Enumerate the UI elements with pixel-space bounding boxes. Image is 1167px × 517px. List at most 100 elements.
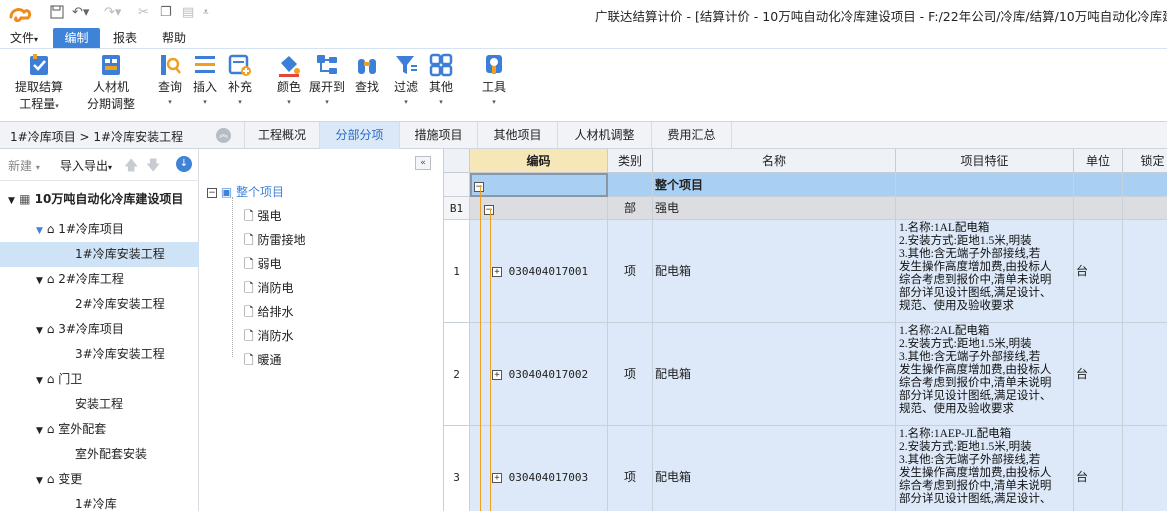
table-row-section[interactable]: B1 − 部 强电: [444, 197, 1167, 220]
tree-node-2-install[interactable]: 2#冷库安装工程: [0, 292, 199, 317]
extract-quantity-button[interactable]: 提取结算 工程量▾: [8, 53, 70, 113]
division-node[interactable]: 🗋 强电: [244, 204, 282, 228]
tree-label: 变更: [58, 472, 83, 486]
supplement-button[interactable]: 补充 ▾: [224, 53, 256, 108]
name-cell[interactable]: 配电箱: [653, 220, 896, 323]
name-cell[interactable]: 配电箱: [653, 426, 896, 511]
expand-to-button[interactable]: 展开到 ▾: [306, 53, 348, 108]
find-button[interactable]: 查找: [352, 53, 382, 96]
table-row[interactable]: 2 + 030404017002 项 配电箱 1.名称:2AL配电箱 2.安装方…: [444, 323, 1167, 426]
tree-node-3-install[interactable]: 3#冷库安装工程: [0, 342, 199, 367]
table-row[interactable]: 1 + 030404017001 项 配电箱 1.名称:1AL配电箱 2.安装方…: [444, 220, 1167, 323]
collapse-triangle-icon: ▼: [36, 476, 43, 486]
menu-report[interactable]: 报表: [107, 28, 143, 48]
insert-label: 插入: [192, 80, 217, 94]
tree-label: 2#冷库工程: [58, 272, 124, 286]
division-node[interactable]: 🗋 防雷接地: [244, 228, 306, 252]
division-node[interactable]: 🗋 消防水: [244, 324, 294, 348]
tree-node-guard-install[interactable]: 安装工程: [0, 392, 199, 417]
header-code[interactable]: 编码: [470, 149, 608, 173]
code-text: 030404017002: [508, 368, 589, 381]
tree-node-3-project[interactable]: ▼ ⌂ 3#冷库项目: [0, 317, 199, 342]
move-down-icon[interactable]: 🡇: [146, 155, 160, 179]
query-button[interactable]: 查询 ▾: [153, 53, 187, 108]
document-icon: 🗋: [244, 305, 254, 319]
tab-material-adjust[interactable]: 人材机调整: [558, 122, 652, 149]
collapse-box-icon: −: [474, 181, 484, 192]
copy-icon[interactable]: ❐: [160, 5, 172, 21]
tab-other-items[interactable]: 其他项目: [478, 122, 558, 149]
tab-measures[interactable]: 措施项目: [400, 122, 478, 149]
unit-cell[interactable]: 台: [1074, 323, 1123, 426]
division-node[interactable]: 🗋 消防电: [244, 276, 294, 300]
tree-node-1-install[interactable]: 1#冷库安装工程: [0, 242, 199, 267]
name-cell[interactable]: 整个项目: [653, 173, 896, 197]
unit-cell[interactable]: 台: [1074, 426, 1123, 511]
tree-node-outdoor[interactable]: ▼ ⌂ 室外配套: [0, 417, 199, 442]
customize-quick-access-icon[interactable]: ⩡: [203, 5, 209, 21]
header-lock[interactable]: 锁定: [1123, 149, 1167, 173]
undo-icon[interactable]: ↶▾: [72, 5, 89, 21]
menu-file-label: 文件: [10, 31, 35, 45]
division-root[interactable]: − ▣ 整个项目: [207, 180, 284, 204]
code-cell-selected[interactable]: −: [470, 173, 608, 197]
tree-node-change-1[interactable]: 1#冷库: [0, 492, 199, 517]
lock-cell[interactable]: [1123, 220, 1167, 323]
tree-node-change[interactable]: ▼ ⌂ 变更: [0, 467, 199, 492]
material-adjust-button[interactable]: 人材机 分期调整: [80, 53, 142, 113]
import-export-label: 导入导出: [60, 159, 109, 173]
collapse-left-icon[interactable]: «: [415, 156, 431, 170]
save-icon[interactable]: [50, 5, 64, 21]
new-button[interactable]: 新建 ▾: [8, 157, 40, 174]
tab-fee-summary[interactable]: 费用汇总: [652, 122, 732, 149]
lock-cell[interactable]: [1123, 323, 1167, 426]
material-icon: [102, 55, 120, 75]
division-node[interactable]: 🗋 暖通: [244, 348, 282, 372]
features-cell[interactable]: 1.名称:1AEP-JL配电箱 2.安装方式:距地1.5米,明装 3.其他:含无…: [896, 426, 1074, 511]
features-cell[interactable]: 1.名称:2AL配电箱 2.安装方式:距地1.5米,明装 3.其他:含无端子外部…: [896, 323, 1074, 426]
menu-file[interactable]: 文件▾: [4, 28, 44, 48]
tree-node-guard[interactable]: ▼ ⌂ 门卫: [0, 367, 199, 392]
header-unit[interactable]: 单位: [1074, 149, 1123, 173]
name-cell[interactable]: 强电: [653, 197, 896, 220]
supplement-label: 补充: [227, 80, 252, 94]
tab-division[interactable]: 分部分项: [320, 122, 400, 149]
insert-button[interactable]: 插入 ▾: [190, 53, 220, 108]
header-type[interactable]: 类别: [608, 149, 653, 173]
tab-project-overview[interactable]: 工程概况: [244, 122, 320, 149]
color-button[interactable]: 颜色 ▾: [274, 53, 304, 108]
download-icon[interactable]: ↓: [176, 156, 192, 172]
paste-icon[interactable]: ▤: [182, 5, 194, 21]
division-node[interactable]: 🗋 弱电: [244, 252, 282, 276]
table-row[interactable]: 3 + 030404017003 项 配电箱 1.名称:1AEP-JL配电箱 2…: [444, 426, 1167, 511]
menu-help[interactable]: 帮助: [156, 28, 192, 48]
division-node[interactable]: 🗋 给排水: [244, 300, 294, 324]
tools-button[interactable]: 工具 ▾: [478, 53, 510, 108]
other-button[interactable]: 其他 ▾: [426, 53, 456, 108]
filter-button[interactable]: 过滤 ▾: [390, 53, 422, 108]
features-cell[interactable]: 1.名称:1AL配电箱 2.安装方式:距地1.5米,明装 3.其他:含无端子外部…: [896, 220, 1074, 323]
tree-node-2-project[interactable]: ▼ ⌂ 2#冷库工程: [0, 267, 199, 292]
row-number-cell: [444, 173, 470, 197]
header-name[interactable]: 名称: [653, 149, 896, 173]
find-label: 查找: [354, 80, 379, 94]
move-up-icon[interactable]: 🡅: [124, 155, 138, 179]
features-cell: [896, 197, 1074, 220]
import-export-button[interactable]: 导入导出▾: [60, 157, 112, 174]
collapse-triangle-icon: ▼: [36, 326, 43, 336]
menu-edit[interactable]: 编制: [53, 28, 100, 48]
tree-root[interactable]: ▼ ▦ 10万吨自动化冷库建设项目: [0, 187, 199, 212]
tree-node-outdoor-install[interactable]: 室外配套安装: [0, 442, 199, 467]
lock-cell[interactable]: [1123, 426, 1167, 511]
unit-cell[interactable]: 台: [1074, 220, 1123, 323]
window-title: 广联达结算计价 - [结算计价 - 10万吨自动化冷库建设项目 - F:/22年…: [595, 9, 1167, 24]
tree-node-1-project[interactable]: ▼ ⌂ 1#冷库项目: [0, 217, 199, 242]
collapse-up-icon[interactable]: ︽: [216, 128, 231, 143]
table-row-whole[interactable]: − 整个项目: [444, 173, 1167, 197]
name-cell[interactable]: 配电箱: [653, 323, 896, 426]
redo-icon[interactable]: ↷▾: [104, 5, 121, 21]
lock-cell: [1123, 173, 1167, 197]
chevron-down-icon: ▾: [287, 98, 291, 106]
header-features[interactable]: 项目特征: [896, 149, 1074, 173]
cut-icon[interactable]: ✂: [138, 5, 149, 21]
